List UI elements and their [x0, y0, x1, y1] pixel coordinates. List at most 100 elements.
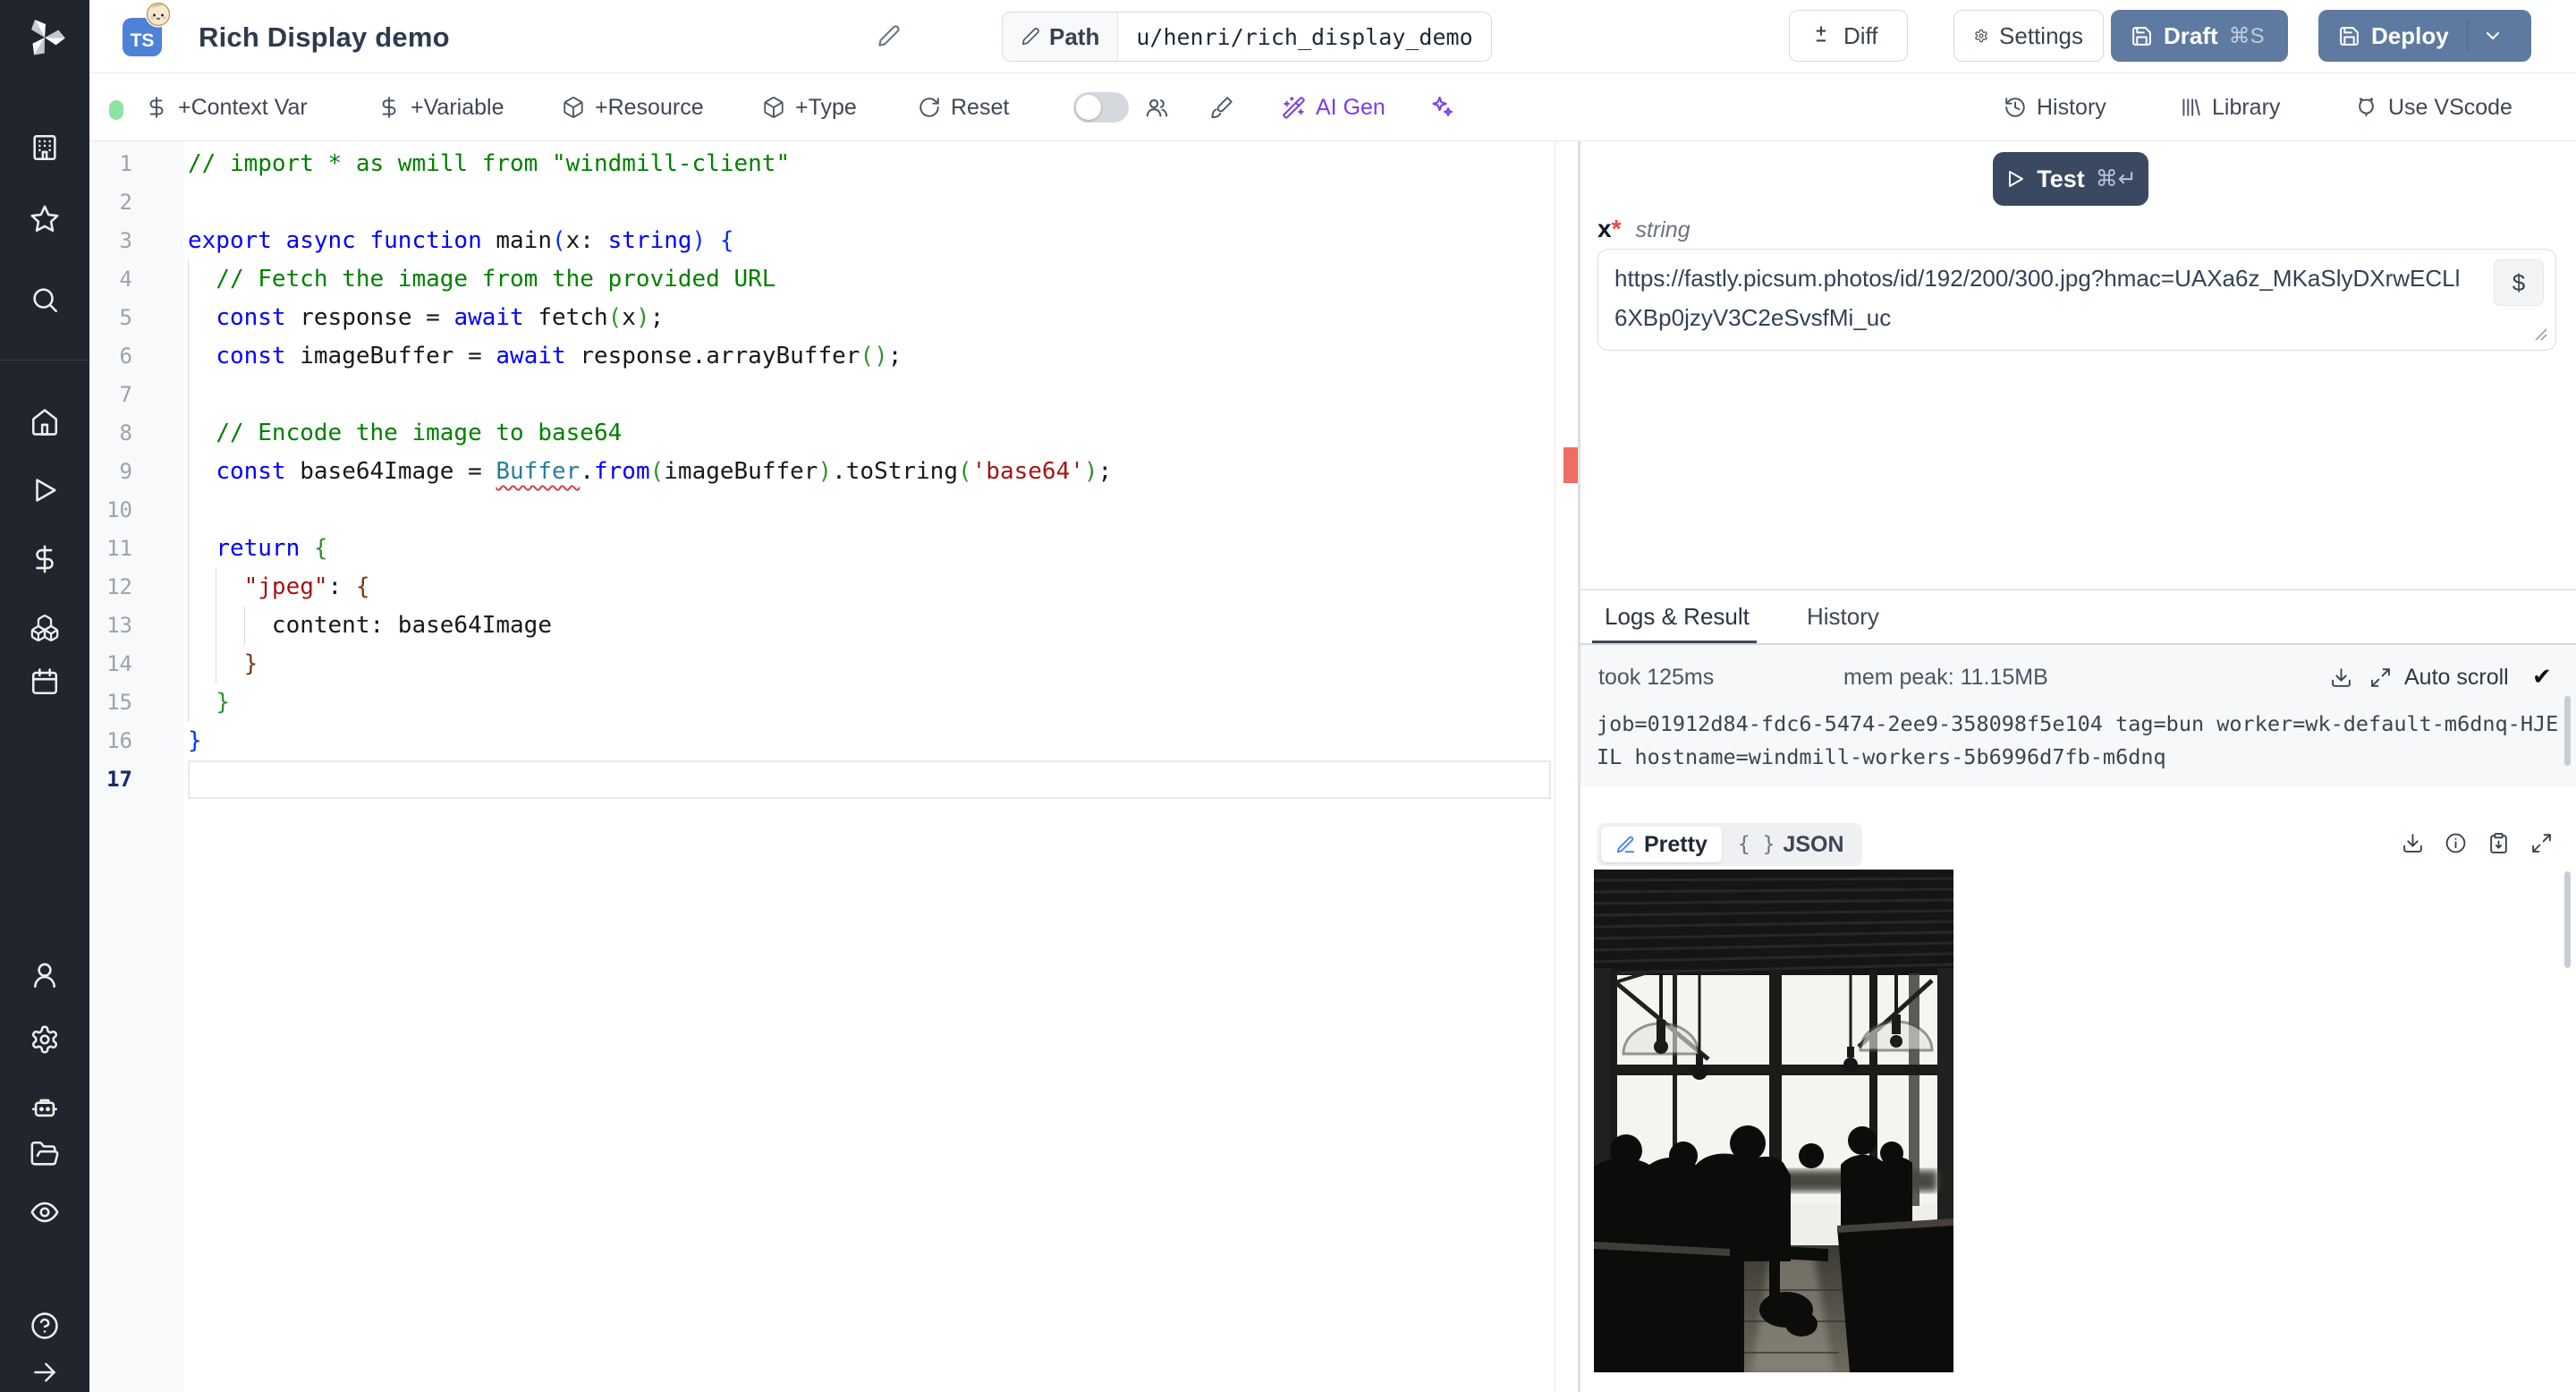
edit-title-pencil-icon[interactable]: [877, 24, 901, 48]
auto-scroll-label[interactable]: Auto scroll: [2404, 665, 2509, 691]
tab-logs-result[interactable]: Logs & Result: [1605, 603, 1750, 631]
assistant-toggle[interactable]: [1073, 73, 1129, 141]
help-icon[interactable]: [30, 1311, 60, 1341]
chevron-down-icon[interactable]: [2482, 25, 2504, 47]
logs-scrollbar[interactable]: [2564, 696, 2571, 766]
copy-clipboard-icon[interactable]: [2487, 832, 2510, 854]
tab-history[interactable]: History: [1807, 603, 1879, 631]
dollar-icon: [149, 97, 164, 118]
result-view-switcher[interactable]: Pretty { } JSON: [1597, 823, 1862, 866]
code-token: const: [216, 458, 286, 485]
code-line[interactable]: }: [188, 683, 1551, 722]
use-vscode-button[interactable]: Use VScode: [2354, 73, 2512, 141]
runs-play-icon[interactable]: [30, 475, 60, 505]
line-number: 7: [119, 382, 132, 407]
argument-input[interactable]: [1597, 249, 2556, 351]
result-scrollbar[interactable]: [2564, 871, 2571, 968]
format-brush-button[interactable]: [1209, 73, 1233, 141]
insert-variable-button[interactable]: $: [2494, 259, 2544, 306]
home-icon[interactable]: [30, 407, 60, 437]
code-line[interactable]: // import * as wmill from "windmill-clie…: [188, 145, 1551, 183]
code-token: }: [188, 727, 202, 754]
code-line[interactable]: [188, 376, 1551, 414]
code-line[interactable]: "jpeg": {: [188, 568, 1551, 607]
code-token: {: [313, 535, 328, 562]
resources-boxes-icon[interactable]: [30, 613, 60, 643]
line-number: 9: [119, 459, 132, 484]
code-token: {: [719, 227, 734, 254]
line-number: 4: [119, 267, 132, 292]
folders-icon[interactable]: [30, 1139, 60, 1169]
history-button[interactable]: History: [2004, 73, 2106, 141]
draft-shortcut: ⌘S: [2228, 23, 2265, 48]
code-line[interactable]: content: base64Image: [188, 607, 1551, 645]
settings-button[interactable]: Settings: [1953, 10, 2104, 62]
collaborators-button[interactable]: [1145, 73, 1169, 141]
sparkles-button[interactable]: [1429, 73, 1454, 141]
duration-stat: took 125ms: [1598, 665, 1715, 690]
expand-logs-icon[interactable]: [2369, 666, 2392, 689]
code-line[interactable]: const response = await fetch(x);: [188, 299, 1551, 337]
json-tab[interactable]: { } JSON: [1724, 827, 1859, 862]
path-edit-button[interactable]: Path: [1003, 13, 1119, 61]
schedules-calendar-icon[interactable]: [30, 666, 60, 697]
add-resource-button[interactable]: +Resource: [562, 73, 704, 141]
indent-guide: [188, 491, 189, 530]
code-line[interactable]: const base64Image = Buffer.from(imageBuf…: [188, 453, 1551, 491]
add-type-button[interactable]: +Type: [762, 73, 857, 141]
code-line[interactable]: }: [188, 645, 1551, 683]
variables-dollar-icon[interactable]: [30, 544, 60, 574]
code-line[interactable]: [188, 760, 1551, 799]
code-line[interactable]: const imageBuffer = await response.array…: [188, 337, 1551, 376]
code-lines[interactable]: // import * as wmill from "windmill-clie…: [188, 145, 1551, 799]
code-token: .toString: [832, 458, 958, 485]
draft-button[interactable]: Draft ⌘S: [2111, 10, 2288, 62]
result-image: [1594, 870, 1953, 1372]
code-line[interactable]: return {: [188, 530, 1551, 568]
line-number: 1: [119, 151, 132, 176]
add-variable-button[interactable]: +Variable: [377, 73, 504, 141]
indent-guide: [188, 414, 189, 453]
toggle-switch[interactable]: [1073, 92, 1129, 123]
favorites-star-icon[interactable]: [30, 204, 60, 234]
path-control[interactable]: Path u/henri/rich_display_demo: [1002, 12, 1492, 62]
code-token: ;: [887, 343, 902, 369]
workspace-icon[interactable]: [30, 132, 60, 163]
settings-gear-icon[interactable]: [30, 1024, 60, 1055]
add-context-var-button[interactable]: +Context Var: [145, 73, 308, 141]
expand-arrow-icon[interactable]: [30, 1358, 59, 1387]
code-token: main: [496, 227, 552, 254]
test-button[interactable]: Test ⌘↵: [1993, 152, 2148, 206]
download-result-icon[interactable]: [2402, 832, 2424, 854]
diff-button[interactable]: Diff: [1789, 10, 1908, 62]
deploy-button[interactable]: Deploy: [2318, 10, 2531, 62]
expand-result-icon[interactable]: [2530, 832, 2553, 854]
audit-logs-eye-icon[interactable]: [30, 1197, 60, 1227]
library-button[interactable]: Library: [2179, 73, 2280, 141]
info-icon[interactable]: [2445, 832, 2467, 854]
code-editor[interactable]: 1 2 3 4 5 6 7 8 9 10 11 12 13 14 15 16 17 // import * as…: [89, 141, 1578, 1392]
code-token: const: [216, 304, 286, 331]
toggle-knob: [1076, 95, 1101, 120]
workers-robot-icon[interactable]: [30, 1091, 60, 1122]
code-line[interactable]: // Fetch the image from the provided URL: [188, 260, 1551, 299]
code-line[interactable]: export async function main(x: string) {: [188, 222, 1551, 260]
resize-grip-icon[interactable]: [2532, 326, 2548, 342]
code-line[interactable]: }: [188, 722, 1551, 760]
auto-scroll-check-icon[interactable]: ✔: [2532, 663, 2552, 691]
code-line[interactable]: [188, 491, 1551, 530]
pretty-tab[interactable]: Pretty: [1601, 827, 1722, 862]
code-line[interactable]: [188, 183, 1551, 222]
code-token: (: [552, 227, 566, 254]
search-icon[interactable]: [30, 284, 60, 315]
line-number: 5: [119, 305, 132, 330]
code-line[interactable]: // Encode the image to base64: [188, 414, 1551, 453]
windmill-logo-icon[interactable]: [23, 16, 66, 59]
code-token: (: [958, 458, 972, 485]
code-token: // import * as wmill from "windmill-clie…: [188, 150, 791, 177]
download-logs-icon[interactable]: [2330, 666, 2352, 689]
reset-button[interactable]: Reset: [918, 73, 1009, 141]
user-icon[interactable]: [30, 960, 60, 990]
ai-gen-button[interactable]: AI Gen: [1282, 73, 1385, 141]
